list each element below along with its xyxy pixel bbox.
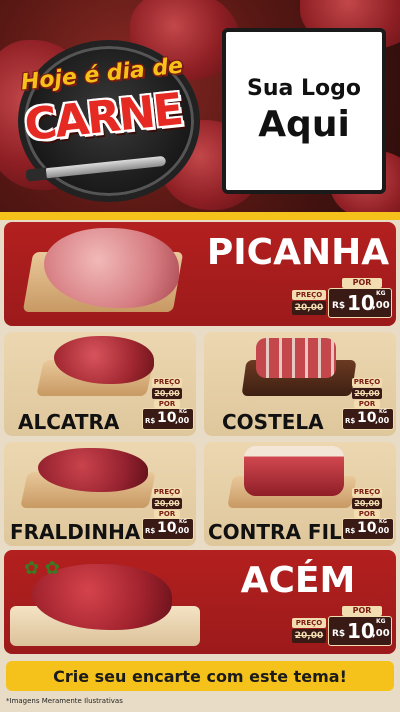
label-por: POR bbox=[354, 510, 380, 518]
old-price: 20,00 bbox=[152, 388, 182, 399]
product-card-contra-file[interactable]: CONTRA FILÉ PREÇO 20,00 POR R$ 10 ,00 KG bbox=[204, 442, 396, 546]
price-int: 10 bbox=[157, 520, 177, 536]
currency: R$ bbox=[345, 527, 356, 535]
product-name: CONTRA FILÉ bbox=[208, 520, 356, 544]
old-price: 20,00 bbox=[352, 388, 382, 399]
label-por: POR bbox=[154, 400, 180, 408]
new-price: R$ 10 ,00 KG bbox=[328, 288, 392, 318]
price-tag: PREÇO 20,00 POR R$ 10 ,00 KG bbox=[140, 378, 194, 430]
product-name: ACÉM bbox=[240, 560, 356, 601]
product-card-acem[interactable]: ✿ ✿ ACÉM POR PREÇO 20,00 R$ 10 ,00 KG bbox=[4, 550, 396, 654]
unit: KG bbox=[379, 409, 387, 415]
unit: KG bbox=[179, 519, 187, 525]
price-dec: ,00 bbox=[372, 628, 390, 639]
contra-file-image bbox=[244, 446, 344, 496]
unit: KG bbox=[179, 409, 187, 415]
price-tag: PREÇO 20,00 POR R$ 10 ,00 KG bbox=[340, 378, 394, 430]
currency: R$ bbox=[332, 629, 346, 639]
price-dec: ,00 bbox=[175, 526, 190, 535]
label-preco: PREÇO bbox=[152, 488, 182, 497]
product-card-fraldinha[interactable]: FRALDINHA PREÇO 20,00 POR R$ 10 ,00 KG bbox=[4, 442, 196, 546]
price-dec: ,00 bbox=[375, 416, 390, 425]
old-price: 20,00 bbox=[292, 629, 326, 643]
product-name: ALCATRA bbox=[18, 410, 120, 434]
product-name: COSTELA bbox=[222, 410, 324, 434]
unit: KG bbox=[376, 290, 386, 297]
label-preco: PREÇO bbox=[292, 290, 326, 300]
label-preco: PREÇO bbox=[152, 378, 182, 387]
price-tag: POR PREÇO 20,00 R$ 10 ,00 KG bbox=[292, 606, 392, 648]
unit: KG bbox=[376, 618, 386, 625]
price-dec: ,00 bbox=[175, 416, 190, 425]
product-card-alcatra[interactable]: ALCATRA PREÇO 20,00 POR R$ 10 ,00 KG bbox=[4, 332, 196, 436]
label-preco: PREÇO bbox=[352, 378, 382, 387]
logo-placeholder[interactable]: Sua Logo Aqui bbox=[222, 28, 386, 194]
old-price: 20,00 bbox=[292, 301, 326, 315]
price-int: 10 bbox=[347, 619, 375, 643]
label-por: POR bbox=[342, 278, 382, 288]
logo-line2: Aqui bbox=[258, 104, 350, 145]
label-preco: PREÇO bbox=[352, 488, 382, 497]
old-price: 20,00 bbox=[352, 498, 382, 509]
hoje-e-dia-de-carne-badge: Hoje é dia de CARNE bbox=[8, 22, 200, 212]
logo-line1: Sua Logo bbox=[246, 76, 361, 101]
product-card-picanha[interactable]: PICANHA POR PREÇO 20,00 R$ 10 ,00 KG bbox=[4, 222, 396, 326]
price-int: 10 bbox=[157, 410, 177, 426]
label-por: POR bbox=[354, 400, 380, 408]
old-price: 20,00 bbox=[152, 498, 182, 509]
new-price: R$ 10 ,00 KG bbox=[142, 518, 194, 540]
price-int: 10 bbox=[357, 410, 377, 426]
price-tag: PREÇO 20,00 POR R$ 10 ,00 KG bbox=[340, 488, 394, 540]
price-dec: ,00 bbox=[375, 526, 390, 535]
currency: R$ bbox=[145, 527, 156, 535]
label-por: POR bbox=[154, 510, 180, 518]
currency: R$ bbox=[332, 301, 346, 311]
new-price: R$ 10 ,00 KG bbox=[342, 518, 394, 540]
herb-icon: ✿ ✿ bbox=[24, 558, 60, 579]
new-price: R$ 10 ,00 KG bbox=[342, 408, 394, 430]
label-preco: PREÇO bbox=[292, 618, 326, 628]
disclaimer-note: *Imagens Meramente Ilustrativas bbox=[6, 697, 123, 705]
product-name: PICANHA bbox=[206, 232, 390, 273]
currency: R$ bbox=[345, 417, 356, 425]
new-price: R$ 10 ,00 KG bbox=[142, 408, 194, 430]
product-card-costela[interactable]: COSTELA PREÇO 20,00 POR R$ 10 ,00 KG bbox=[204, 332, 396, 436]
currency: R$ bbox=[145, 417, 156, 425]
label-por: POR bbox=[342, 606, 382, 616]
costela-image bbox=[256, 338, 336, 378]
yellow-divider bbox=[0, 212, 400, 220]
unit: KG bbox=[379, 519, 387, 525]
new-price: R$ 10 ,00 KG bbox=[328, 616, 392, 646]
price-int: 10 bbox=[357, 520, 377, 536]
price-int: 10 bbox=[347, 291, 375, 315]
product-name: FRALDINHA bbox=[10, 520, 141, 544]
price-dec: ,00 bbox=[372, 300, 390, 311]
price-tag: POR PREÇO 20,00 R$ 10 ,00 KG bbox=[292, 278, 392, 320]
price-tag: PREÇO 20,00 POR R$ 10 ,00 KG bbox=[140, 488, 194, 540]
cta-button[interactable]: Crie seu encarte com este tema! bbox=[6, 661, 394, 691]
